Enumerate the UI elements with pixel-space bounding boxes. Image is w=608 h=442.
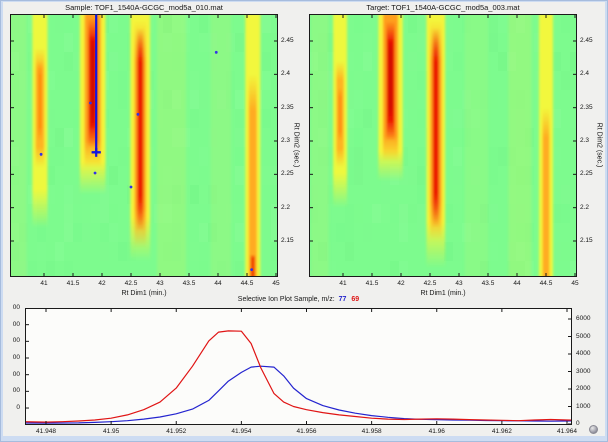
mz-69-label: 69: [351, 296, 359, 303]
ion-x-tick-label: 41.956: [291, 428, 323, 435]
ion-plot-title: Selective Ion Plot Sample, m/z: 77 69: [25, 296, 572, 303]
ion-right-y-tick-label: 5000: [576, 333, 590, 340]
mz-77-label: 77: [339, 296, 347, 303]
y-tick-label: 2.35: [580, 104, 593, 111]
ion-right-y-tick-label: 2000: [576, 385, 590, 392]
x-tick-label: 44.5: [534, 280, 558, 287]
corner-grip-icon[interactable]: [589, 425, 598, 434]
y-tick-label: 2.2: [580, 204, 589, 211]
sample-heatmap-canvas[interactable]: [10, 14, 278, 277]
y-tick-label: 2.45: [580, 37, 593, 44]
x-tick-label: 41: [331, 280, 355, 287]
ion-left-y-tick-label: 00: [0, 387, 20, 394]
y-tick-label: 2.35: [281, 104, 294, 111]
ion-x-tick-label: 41.95: [95, 428, 127, 435]
x-tick-label: 45: [563, 280, 587, 287]
x-tick-label: 43.5: [177, 280, 201, 287]
y-tick-label: 2.4: [281, 70, 290, 77]
ion-right-y-tick-label: 3000: [576, 368, 590, 375]
y-tick-label: 2.3: [281, 137, 290, 144]
ion-left-y-tick-label: 00: [0, 337, 20, 344]
ion-plot-canvas[interactable]: [25, 308, 572, 425]
x-tick-label: 42.5: [418, 280, 442, 287]
x-tick-label: 42.5: [119, 280, 143, 287]
ion-x-tick-label: 41.952: [160, 428, 192, 435]
ion-left-y-tick-label: 00: [0, 304, 20, 311]
sample-panel-title: Sample: TOF1_1540A-GCGC_mod5a_010.mat: [10, 3, 278, 12]
target-panel-title: Target: TOF1_1540A-GCGC_mod5a_003.mat: [309, 3, 577, 12]
target-heatmap-canvas[interactable]: [309, 14, 577, 277]
x-tick-label: 44: [505, 280, 529, 287]
ion-left-y-tick-label: 00: [0, 354, 20, 361]
ion-x-tick-label: 41.964: [551, 428, 583, 435]
y-tick-label: 2.4: [580, 70, 589, 77]
x-tick-label: 41.5: [360, 280, 384, 287]
x-tick-label: 43: [148, 280, 172, 287]
y-tick-label: 2.2: [281, 204, 290, 211]
ion-x-tick-label: 41.954: [225, 428, 257, 435]
y-tick-label: 2.25: [580, 170, 593, 177]
ion-right-y-tick-label: 0: [576, 420, 580, 427]
y-tick-label: 2.45: [281, 37, 294, 44]
ion-left-y-tick-label: 0: [0, 404, 20, 411]
ion-right-y-tick-label: 6000: [576, 315, 590, 322]
ion-right-y-tick-label: 1000: [576, 403, 590, 410]
x-tick-label: 41: [32, 280, 56, 287]
x-tick-label: 44: [206, 280, 230, 287]
x-tick-label: 41.5: [61, 280, 85, 287]
ion-left-y-tick-label: 00: [0, 321, 20, 328]
y-tick-label: 2.15: [281, 237, 294, 244]
x-tick-label: 42: [389, 280, 413, 287]
x-tick-label: 42: [90, 280, 114, 287]
y-tick-label: 2.15: [580, 237, 593, 244]
x-tick-label: 44.5: [235, 280, 259, 287]
sample-yaxis-label: Rt Dim2 (sec.): [293, 123, 300, 168]
ion-x-tick-label: 41.962: [486, 428, 518, 435]
figure-window: Sample: TOF1_1540A-GCGC_mod5a_010.mat Ta…: [0, 0, 608, 442]
x-tick-label: 43.5: [476, 280, 500, 287]
y-tick-label: 2.3: [580, 137, 589, 144]
ion-plot-title-prefix: Selective Ion Plot Sample, m/z:: [238, 296, 335, 303]
ion-right-y-tick-label: 4000: [576, 350, 590, 357]
target-yaxis-label: Rt Dim2 (sec.): [596, 123, 603, 168]
y-tick-label: 2.25: [281, 170, 294, 177]
ion-x-tick-label: 41.96: [421, 428, 453, 435]
x-tick-label: 45: [264, 280, 288, 287]
ion-x-tick-label: 41.948: [30, 428, 62, 435]
ion-x-tick-label: 41.958: [356, 428, 388, 435]
ion-left-y-tick-label: 00: [0, 371, 20, 378]
x-tick-label: 43: [447, 280, 471, 287]
